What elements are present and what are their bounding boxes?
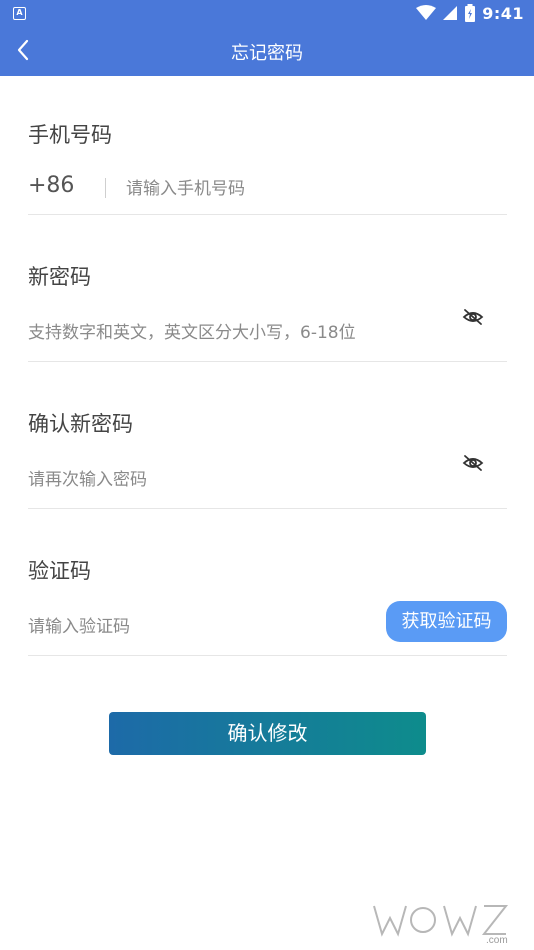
- divider: [28, 508, 507, 509]
- submit-button[interactable]: 确认修改: [109, 712, 426, 755]
- phone-label: 手机号码: [28, 123, 112, 147]
- watermark-logo: .com: [373, 905, 509, 946]
- phone-input[interactable]: 请输入手机号码: [126, 174, 245, 199]
- divider: [28, 214, 507, 215]
- verify-code-label: 验证码: [28, 559, 91, 583]
- divider: [28, 361, 507, 362]
- new-password-label: 新密码: [28, 265, 91, 289]
- get-code-button[interactable]: 获取验证码: [386, 601, 507, 642]
- divider: [28, 655, 507, 656]
- verify-code-input[interactable]: 请输入验证码: [28, 612, 130, 637]
- form: 手机号码 +86 请输入手机号码 新密码 支持数字和英文，英文区分大小写，6-1…: [28, 0, 507, 950]
- notification-icon: A: [13, 7, 26, 20]
- confirm-password-input[interactable]: 请再次输入密码: [28, 465, 147, 490]
- new-password-input[interactable]: 支持数字和英文，英文区分大小写，6-18位: [28, 318, 356, 343]
- eye-off-icon[interactable]: [462, 452, 484, 474]
- field-separator: [105, 178, 106, 198]
- confirm-password-label: 确认新密码: [28, 412, 133, 436]
- eye-off-icon[interactable]: [462, 306, 484, 328]
- country-code[interactable]: +86: [28, 173, 74, 198]
- svg-text:.com: .com: [486, 935, 508, 946]
